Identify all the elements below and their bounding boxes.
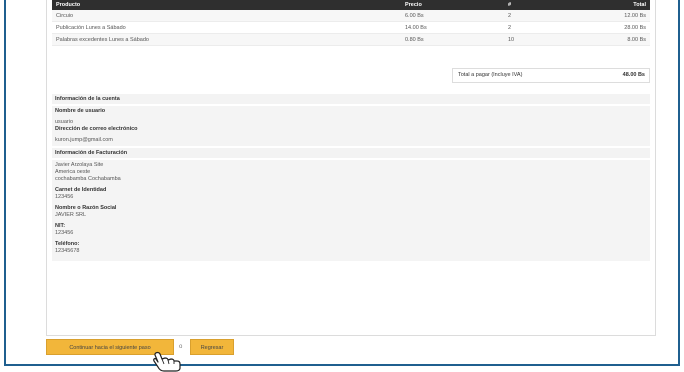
account-details: Nombre de usuario usuario Dirección de c… xyxy=(52,106,650,146)
price-cell: 6.00 Bs xyxy=(401,10,504,22)
phone-label: Teléfono: xyxy=(55,241,80,247)
phone-value: 12345678 xyxy=(55,248,80,254)
window-frame: Producto Precio # Total Circuio 6.00 Bs … xyxy=(4,0,680,366)
col-price-header: Precio xyxy=(401,0,504,10)
col-qty-header: # xyxy=(504,0,582,10)
table-row: Publicación Lunes a Sábado 14.00 Bs 2 28… xyxy=(52,21,650,34)
account-section-title: Información de la cuenta xyxy=(52,94,650,104)
product-cell: Circuio xyxy=(52,10,401,22)
total-cell: 8.00 Bs xyxy=(582,33,650,46)
order-summary: Total a pagar (Incluye IVA) 48.00 Bs xyxy=(452,68,650,83)
name-value: JAVIER SRL xyxy=(55,212,87,218)
hand-pointer-icon xyxy=(153,351,181,372)
table-row: Circuio 6.00 Bs 2 12.00 Bs xyxy=(52,10,650,22)
price-cell: 14.00 Bs xyxy=(401,21,504,34)
billing-details: Javier Arzolaya Site America oeste cocha… xyxy=(52,160,650,261)
back-button[interactable]: Regresar xyxy=(190,339,234,355)
order-table-header: Producto Precio # Total xyxy=(52,0,650,10)
account-info: Información de la cuenta Nombre de usuar… xyxy=(52,94,650,261)
nit-value: 123456 xyxy=(55,230,74,236)
email-value: kuron.jump@gmail.com xyxy=(55,137,113,143)
total-cell: 12.00 Bs xyxy=(582,10,650,22)
total-cell: 28.00 Bs xyxy=(582,21,650,34)
address-line: cochabamba Cochabamba xyxy=(55,176,121,182)
checkout-panel: Producto Precio # Total Circuio 6.00 Bs … xyxy=(46,0,656,336)
nit-label: NIT: xyxy=(55,223,66,229)
name-label: Nombre o Razón Social xyxy=(55,205,117,211)
product-cell: Palabras excedentes Lunes a Sábado xyxy=(52,33,401,46)
username-label: Nombre de usuario xyxy=(55,108,106,114)
product-cell: Publicación Lunes a Sábado xyxy=(52,21,401,34)
total-value: 48.00 Bs xyxy=(622,72,645,78)
username-value: usuario xyxy=(55,119,74,125)
qty-cell: 10 xyxy=(504,33,582,46)
address-line: Javier Arzolaya Site xyxy=(55,162,104,168)
qty-cell: 2 xyxy=(504,10,582,22)
order-table: Producto Precio # Total Circuio 6.00 Bs … xyxy=(52,0,650,46)
billing-section-title: Información de Facturación xyxy=(52,148,650,158)
qty-cell: 2 xyxy=(504,21,582,34)
email-label: Dirección de correo electrónico xyxy=(55,126,138,132)
col-product-header: Producto xyxy=(52,0,401,10)
id-value: 123456 xyxy=(55,194,74,200)
id-label: Carnet de Identidad xyxy=(55,187,107,193)
price-cell: 0.80 Bs xyxy=(401,33,504,46)
total-label: Total a pagar (Incluye IVA) xyxy=(458,72,523,78)
table-row: Palabras excedentes Lunes a Sábado 0.80 … xyxy=(52,33,650,46)
col-total-header: Total xyxy=(582,0,650,10)
address-line: America oeste xyxy=(55,169,91,175)
